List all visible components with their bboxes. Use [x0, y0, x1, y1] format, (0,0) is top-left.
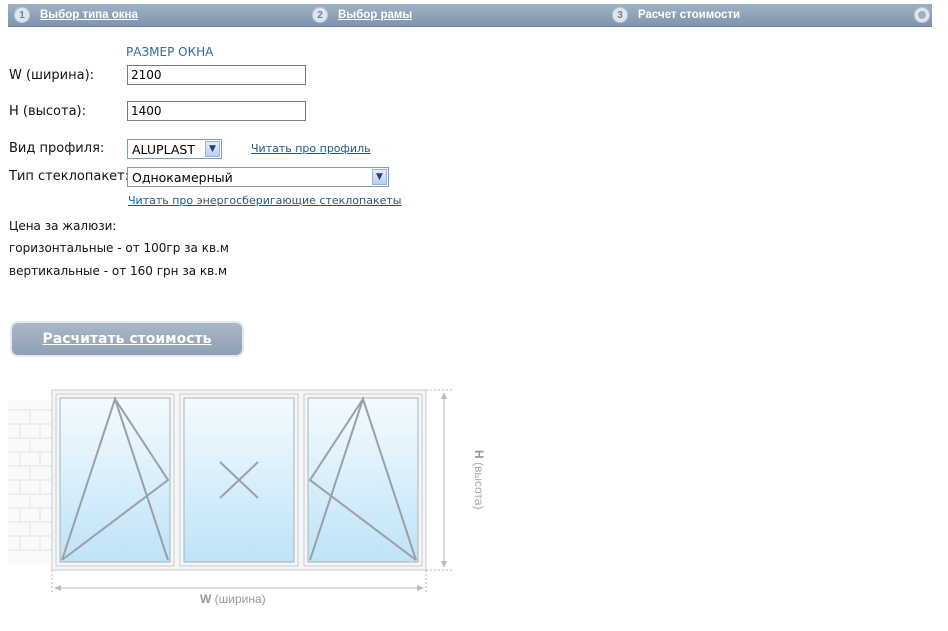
height-label: H (высота): [9, 104, 86, 119]
step-1-number: 1 [14, 7, 30, 23]
calculate-button[interactable]: Расчитать стоимость [12, 323, 242, 355]
chevron-down-icon[interactable]: ▼ [205, 141, 220, 157]
blinds-title: Цена за жалюзи: [9, 219, 117, 233]
step-2[interactable]: 2 Выбор рамы [312, 4, 412, 26]
width-dimension-text: (ширина) [214, 592, 266, 606]
height-dimension-label: H (высота) [426, 450, 486, 540]
height-dimension-symbol: H [472, 450, 486, 459]
step-3-number: 3 [612, 7, 628, 23]
profile-select[interactable]: ALUPLAST ▼ [127, 139, 222, 159]
width-label: W (ширина): [9, 68, 95, 83]
glass-select[interactable]: Однокамерный ▼ [127, 167, 389, 187]
step-1[interactable]: 1 Выбор типа окна [14, 4, 138, 26]
width-dimension-symbol: W [200, 592, 212, 606]
step-end-icon [914, 7, 930, 23]
width-input[interactable]: 2100 [127, 65, 306, 85]
step-3: 3 Расчет стоимости [612, 4, 740, 26]
profile-info-link[interactable]: Читать про профиль [251, 142, 371, 155]
window-diagram [8, 389, 452, 592]
size-section-title: РАЗМЕР ОКНА [126, 45, 214, 59]
profile-label: Вид профиля: [9, 141, 105, 156]
glass-info-link[interactable]: Читать про энергосберигающие стеклопакет… [128, 194, 401, 207]
blinds-horizontal-price: горизонтальные - от 100гр за кв.м [9, 241, 229, 255]
height-input[interactable]: 1400 [127, 101, 306, 121]
step-2-number: 2 [312, 7, 328, 23]
wizard-step-bar: 1 Выбор типа окна 2 Выбор рамы 3 Расчет … [8, 4, 932, 27]
glass-selected-value: Однокамерный [132, 170, 233, 185]
step-2-label[interactable]: Выбор рамы [338, 9, 412, 21]
width-dimension-label: W (ширина) [200, 592, 266, 606]
blinds-vertical-price: вертикальные - от 160 грн за кв.м [9, 264, 228, 278]
chevron-down-icon[interactable]: ▼ [372, 169, 387, 185]
step-3-label: Расчет стоимости [638, 9, 741, 21]
brick-wall-icon [8, 400, 52, 564]
height-dimension-text: (высота) [472, 462, 486, 510]
step-1-label[interactable]: Выбор типа окна [40, 9, 138, 21]
glass-label: Тип стеклопакет: [9, 169, 130, 184]
profile-selected-value: ALUPLAST [132, 142, 195, 157]
